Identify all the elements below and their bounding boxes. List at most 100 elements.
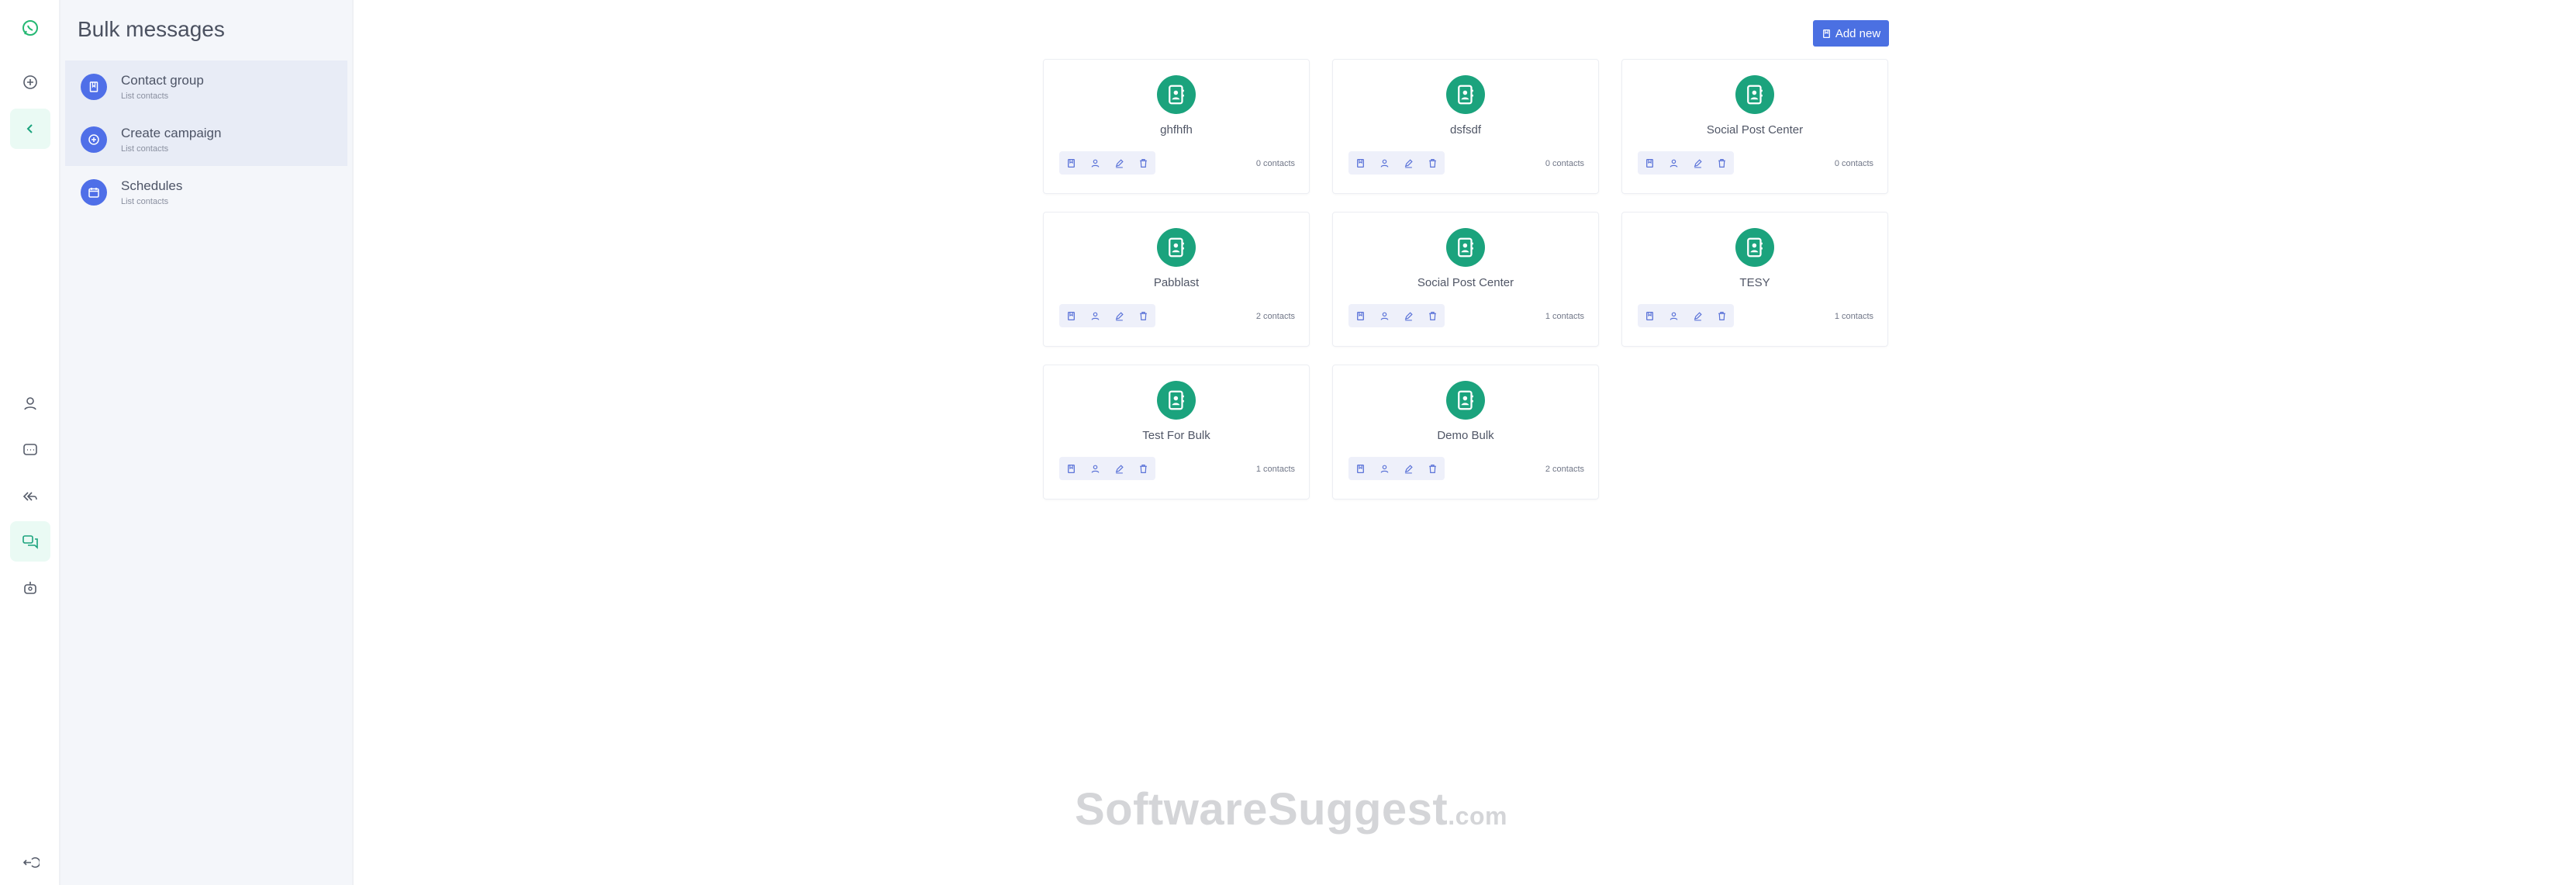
- trash-icon[interactable]: [1710, 304, 1734, 327]
- book-icon[interactable]: [1638, 151, 1662, 175]
- edit-icon[interactable]: [1107, 457, 1131, 480]
- group-actions: [1348, 304, 1445, 327]
- calendar-icon: [81, 179, 107, 206]
- contact-group-card[interactable]: ghfhfh 0 contacts: [1043, 59, 1310, 194]
- book-icon[interactable]: [1059, 457, 1083, 480]
- bulk-messages-icon[interactable]: [10, 521, 50, 562]
- sidebar-item-label: Schedules: [121, 178, 183, 193]
- sidebar-item-create-campaign[interactable]: Create campaign List contacts: [65, 113, 347, 166]
- group-name: Pabblast: [1153, 276, 1200, 289]
- watermark-text: SoftwareSuggest: [1075, 784, 1449, 835]
- group-name: dsfsdf: [1449, 123, 1482, 137]
- group-actions: [1348, 151, 1445, 175]
- contact-book-icon: [1735, 75, 1774, 114]
- sidebar-item-label: Create campaign: [121, 126, 222, 140]
- contacts-icon[interactable]: [10, 383, 50, 423]
- book-icon[interactable]: [1638, 304, 1662, 327]
- group-actions: [1059, 457, 1155, 480]
- contact-group-card[interactable]: Social Post Center 1 contacts: [1332, 212, 1599, 347]
- add-new-label: Add new: [1835, 26, 1881, 40]
- contact-book-icon: [1446, 381, 1485, 420]
- edit-icon[interactable]: [1107, 151, 1131, 175]
- group-name: Test For Bulk: [1142, 429, 1210, 442]
- add-new-button[interactable]: Add new: [1813, 20, 1889, 47]
- contact-book-icon: [1735, 228, 1774, 267]
- book-icon[interactable]: [1348, 304, 1373, 327]
- contacts-count: 0 contacts: [1834, 159, 1873, 168]
- trash-icon[interactable]: [1421, 304, 1445, 327]
- sidebar-item-sublabel: List contacts: [121, 144, 169, 154]
- contacts-count: 2 contacts: [1545, 465, 1584, 474]
- watermark: SoftwareSuggest.com: [1075, 783, 1507, 835]
- add-circle-icon[interactable]: [10, 62, 50, 102]
- book-icon[interactable]: [1059, 151, 1083, 175]
- contact-book-icon: [1446, 228, 1485, 267]
- add-circle-icon: [81, 126, 107, 153]
- secondary-sidebar: Bulk messages Contact group List contact…: [60, 0, 354, 885]
- trash-icon[interactable]: [1131, 151, 1155, 175]
- book-icon[interactable]: [1348, 151, 1373, 175]
- user-add-icon[interactable]: [1083, 151, 1107, 175]
- book-icon[interactable]: [1348, 457, 1373, 480]
- bot-icon[interactable]: [10, 568, 50, 608]
- user-add-icon[interactable]: [1083, 457, 1107, 480]
- user-add-icon[interactable]: [1373, 304, 1397, 327]
- group-name: Demo Bulk: [1437, 429, 1494, 442]
- edit-icon[interactable]: [1686, 304, 1710, 327]
- contact-book-icon: [1157, 75, 1196, 114]
- book-icon: [81, 74, 107, 100]
- icon-rail: [0, 0, 60, 885]
- sidebar-item-contact-group[interactable]: Contact group List contacts: [65, 60, 347, 113]
- edit-icon[interactable]: [1686, 151, 1710, 175]
- logout-icon[interactable]: [10, 842, 50, 883]
- trash-icon[interactable]: [1131, 304, 1155, 327]
- contact-group-card[interactable]: dsfsdf 0 contacts: [1332, 59, 1599, 194]
- contacts-count: 0 contacts: [1255, 159, 1295, 168]
- group-actions: [1059, 304, 1155, 327]
- group-actions: [1059, 151, 1155, 175]
- contacts-count: 1 contacts: [1545, 312, 1584, 321]
- contact-group-card[interactable]: Social Post Center 0 contacts: [1621, 59, 1888, 194]
- edit-icon[interactable]: [1397, 151, 1421, 175]
- book-icon: [1822, 29, 1830, 38]
- contacts-count: 1 contacts: [1834, 312, 1873, 321]
- user-add-icon[interactable]: [1662, 304, 1686, 327]
- trash-icon[interactable]: [1421, 457, 1445, 480]
- contact-group-card[interactable]: TESY 1 contacts: [1621, 212, 1888, 347]
- contact-group-card[interactable]: Test For Bulk 1 contacts: [1043, 365, 1310, 500]
- contact-group-card[interactable]: Pabblast 2 contacts: [1043, 212, 1310, 347]
- group-actions: [1638, 304, 1734, 327]
- chat-icon[interactable]: [10, 430, 50, 470]
- group-actions: [1638, 151, 1734, 175]
- edit-icon[interactable]: [1397, 457, 1421, 480]
- contacts-count: 2 contacts: [1255, 312, 1295, 321]
- group-name: ghfhfh: [1160, 123, 1193, 137]
- trash-icon[interactable]: [1131, 457, 1155, 480]
- edit-icon[interactable]: [1107, 304, 1131, 327]
- chevron-left-icon[interactable]: [10, 109, 50, 149]
- contact-groups-grid: ghfhfh 0 contacts dsfsdf 0 contacts Soci…: [1043, 59, 1888, 501]
- contact-book-icon: [1157, 228, 1196, 267]
- trash-icon[interactable]: [1421, 151, 1445, 175]
- group-name: TESY: [1739, 276, 1770, 289]
- user-add-icon[interactable]: [1373, 457, 1397, 480]
- contacts-count: 0 contacts: [1545, 159, 1584, 168]
- sidebar-item-sublabel: List contacts: [121, 197, 169, 206]
- contact-group-card[interactable]: Demo Bulk 2 contacts: [1332, 365, 1599, 500]
- book-icon[interactable]: [1059, 304, 1083, 327]
- user-add-icon[interactable]: [1083, 304, 1107, 327]
- user-add-icon[interactable]: [1373, 151, 1397, 175]
- user-add-icon[interactable]: [1662, 151, 1686, 175]
- trash-icon[interactable]: [1710, 151, 1734, 175]
- reply-all-icon[interactable]: [10, 476, 50, 517]
- contact-book-icon: [1446, 75, 1485, 114]
- group-name: Social Post Center: [1417, 276, 1514, 289]
- group-name: Social Post Center: [1706, 123, 1804, 137]
- sidebar-item-label: Contact group: [121, 73, 204, 88]
- edit-icon[interactable]: [1397, 304, 1421, 327]
- whatsapp-icon[interactable]: [10, 8, 50, 48]
- sidebar-item-schedules[interactable]: Schedules List contacts: [65, 166, 347, 219]
- sidebar-item-sublabel: List contacts: [121, 92, 169, 101]
- contact-book-icon: [1157, 381, 1196, 420]
- sidebar-menu: Contact group List contacts Create campa…: [65, 60, 347, 219]
